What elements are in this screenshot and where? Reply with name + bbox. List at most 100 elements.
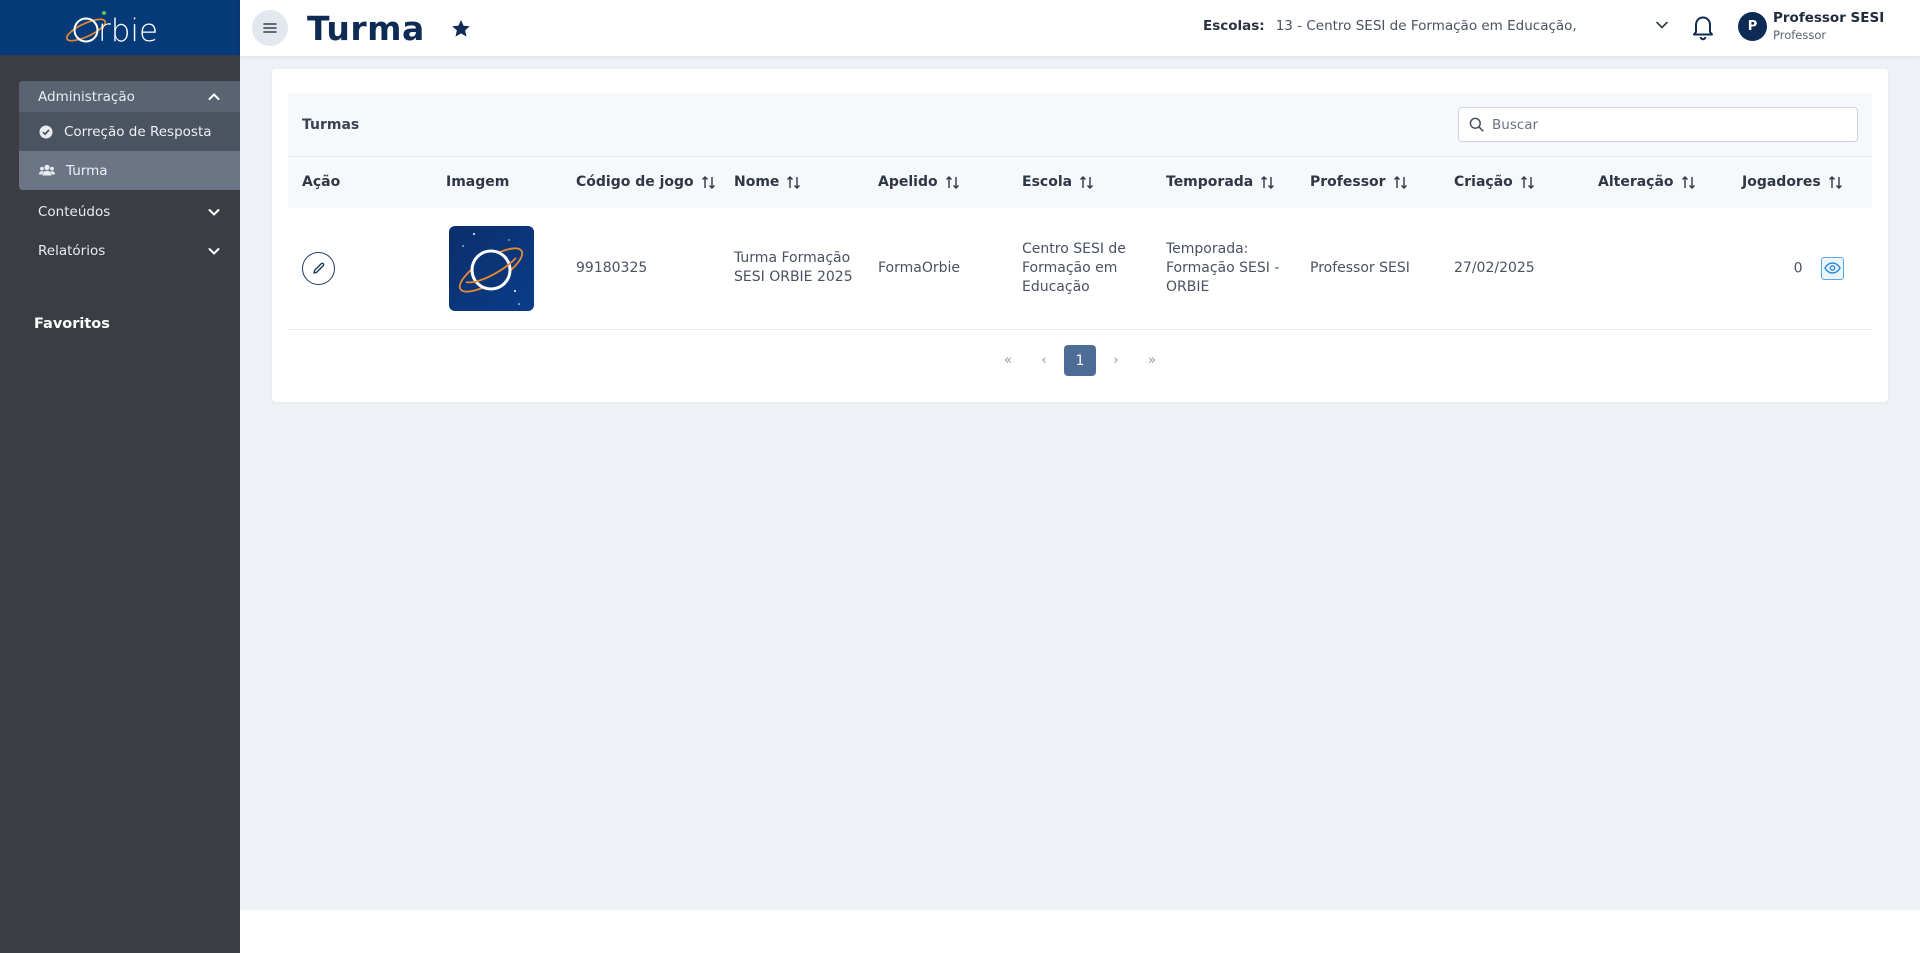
column-label: Professor	[1310, 174, 1386, 191]
column-label: Apelido	[878, 174, 938, 191]
nav-head-relatorios[interactable]: Relatórios	[0, 231, 240, 270]
sidebar-item-correcao-de-resposta[interactable]: Correção de Resposta	[19, 112, 240, 151]
col-temporada[interactable]: Temporada	[1152, 157, 1296, 208]
pencil-icon	[313, 262, 325, 274]
favorites-heading: Favoritos	[34, 316, 110, 332]
turma-image	[449, 225, 534, 311]
top-bar: Turma Escolas: 13 - Centro SESI de Forma…	[240, 0, 1920, 56]
nav-head-conteudos[interactable]: Conteúdos	[0, 192, 240, 231]
escolas-selector[interactable]: Escolas: 13 - Centro SESI de Formação em…	[1203, 18, 1577, 34]
last-page-button[interactable]: »	[1134, 346, 1170, 376]
cell-jogadores: 0	[1728, 208, 1872, 330]
col-alteracao[interactable]: Alteração	[1584, 157, 1728, 208]
column-label: Escola	[1022, 174, 1073, 191]
col-acao: Ação	[288, 157, 432, 208]
notification-bell-icon[interactable]	[1690, 13, 1716, 41]
sidebar: rbie Administração Correção de Resposta …	[0, 0, 240, 953]
sort-icon[interactable]	[1520, 175, 1535, 190]
star-icon	[452, 19, 470, 37]
sort-icon[interactable]	[1681, 175, 1696, 190]
orbie-planet-image	[449, 225, 534, 311]
table-header-row: Ação Imagem Código de jogo Nome Apelido …	[288, 156, 1872, 208]
col-escola[interactable]: Escola	[1008, 157, 1152, 208]
brand-name: rbie	[98, 13, 158, 49]
nav-head-label: Conteúdos	[38, 203, 111, 220]
favorite-star-button[interactable]	[451, 19, 471, 38]
sidebar-nav: Administração Correção de Resposta Turma…	[0, 55, 240, 332]
hamburger-icon	[263, 23, 277, 33]
col-imagem: Imagem	[432, 157, 562, 208]
sort-icon[interactable]	[1260, 175, 1275, 190]
col-nome[interactable]: Nome	[720, 157, 864, 208]
col-criacao[interactable]: Criação	[1440, 157, 1584, 208]
menu-toggle-button[interactable]	[252, 10, 288, 46]
turmas-table: Ação Imagem Código de jogo Nome Apelido …	[288, 156, 1872, 330]
turmas-panel: Turmas Ação Imagem Código de jogo Nome A…	[288, 93, 1872, 376]
pagination: « ‹ 1 › »	[288, 345, 1872, 376]
cell-temporada: Temporada: Formação SESI - ORBIE	[1166, 240, 1280, 295]
first-page-button[interactable]: «	[990, 346, 1026, 376]
eye-icon	[1824, 262, 1841, 274]
brand-logo[interactable]: rbie	[0, 0, 240, 55]
orbie-logo-icon: rbie	[65, 10, 158, 49]
sort-icon[interactable]	[1393, 175, 1408, 190]
check-circle-icon	[39, 125, 53, 138]
search-box[interactable]	[1458, 107, 1858, 142]
view-players-button[interactable]	[1821, 256, 1844, 280]
search-input[interactable]	[1492, 116, 1852, 133]
cell-codigo: 99180325	[576, 259, 648, 276]
table-body: 99180325 Turma Formação SESI ORBIE 2025 …	[288, 208, 1872, 330]
sort-icon[interactable]	[1828, 175, 1843, 190]
column-label: Nome	[734, 174, 780, 191]
nav-head-label: Relatórios	[38, 242, 106, 259]
jogadores-count: 0	[1793, 260, 1803, 277]
sort-icon[interactable]	[945, 175, 960, 190]
prev-page-button[interactable]: ‹	[1026, 346, 1062, 376]
nav-group-administracao: Administração Correção de Resposta Turma	[19, 81, 240, 190]
sort-icon[interactable]	[1079, 175, 1094, 190]
column-label: Temporada	[1166, 174, 1254, 191]
col-professor[interactable]: Professor	[1296, 157, 1440, 208]
column-label: Ação	[302, 174, 341, 191]
escolas-label: Escolas:	[1203, 18, 1265, 34]
chevron-down-icon[interactable]	[1655, 18, 1669, 32]
chevron-down-icon	[208, 247, 220, 255]
column-label: Imagem	[446, 174, 510, 191]
column-label: Jogadores	[1742, 174, 1821, 191]
cell-criacao: 27/02/2025	[1454, 259, 1535, 276]
cell-imagem	[432, 208, 562, 330]
user-info[interactable]: Professor SESI Professor	[1773, 10, 1884, 42]
table-row: 99180325 Turma Formação SESI ORBIE 2025 …	[288, 208, 1872, 330]
escolas-value: 13 - Centro SESI de Formação em Educação…	[1275, 18, 1577, 34]
sidebar-item-turma[interactable]: Turma	[19, 151, 240, 190]
sidebar-item-label: Turma	[66, 162, 108, 179]
avatar[interactable]: P	[1738, 12, 1767, 41]
edit-button[interactable]	[302, 251, 335, 285]
sort-icon[interactable]	[701, 175, 716, 190]
cell-acao	[288, 208, 432, 330]
col-codigo-de-jogo[interactable]: Código de jogo	[562, 157, 720, 208]
table-header: Ação Imagem Código de jogo Nome Apelido …	[288, 156, 1872, 208]
column-label: Criação	[1454, 174, 1513, 191]
chevron-down-icon	[208, 208, 220, 216]
col-apelido[interactable]: Apelido	[864, 157, 1008, 208]
sidebar-item-label: Correção de Resposta	[64, 123, 212, 140]
users-icon	[39, 164, 55, 176]
chevron-up-icon	[208, 92, 220, 100]
panel-header: Turmas	[288, 93, 1872, 156]
user-name: Professor SESI	[1773, 10, 1885, 26]
nav-head-label: Administração	[38, 88, 135, 105]
column-label: Código de jogo	[576, 174, 694, 191]
cell-nome: Turma Formação SESI ORBIE 2025	[734, 250, 853, 286]
main-card: Turmas Ação Imagem Código de jogo Nome A…	[272, 69, 1888, 402]
page-title: Turma	[307, 8, 425, 48]
next-page-button[interactable]: ›	[1098, 346, 1134, 376]
cell-apelido: FormaOrbie	[878, 259, 961, 276]
sort-icon[interactable]	[786, 175, 801, 190]
cell-escola: Centro SESI de Formação em Educação	[1022, 240, 1126, 295]
column-label: Alteração	[1598, 174, 1674, 191]
panel-title: Turmas	[302, 116, 360, 133]
col-jogadores[interactable]: Jogadores	[1728, 157, 1872, 208]
page-1-button[interactable]: 1	[1064, 345, 1096, 376]
nav-head-administracao[interactable]: Administração	[19, 81, 240, 112]
